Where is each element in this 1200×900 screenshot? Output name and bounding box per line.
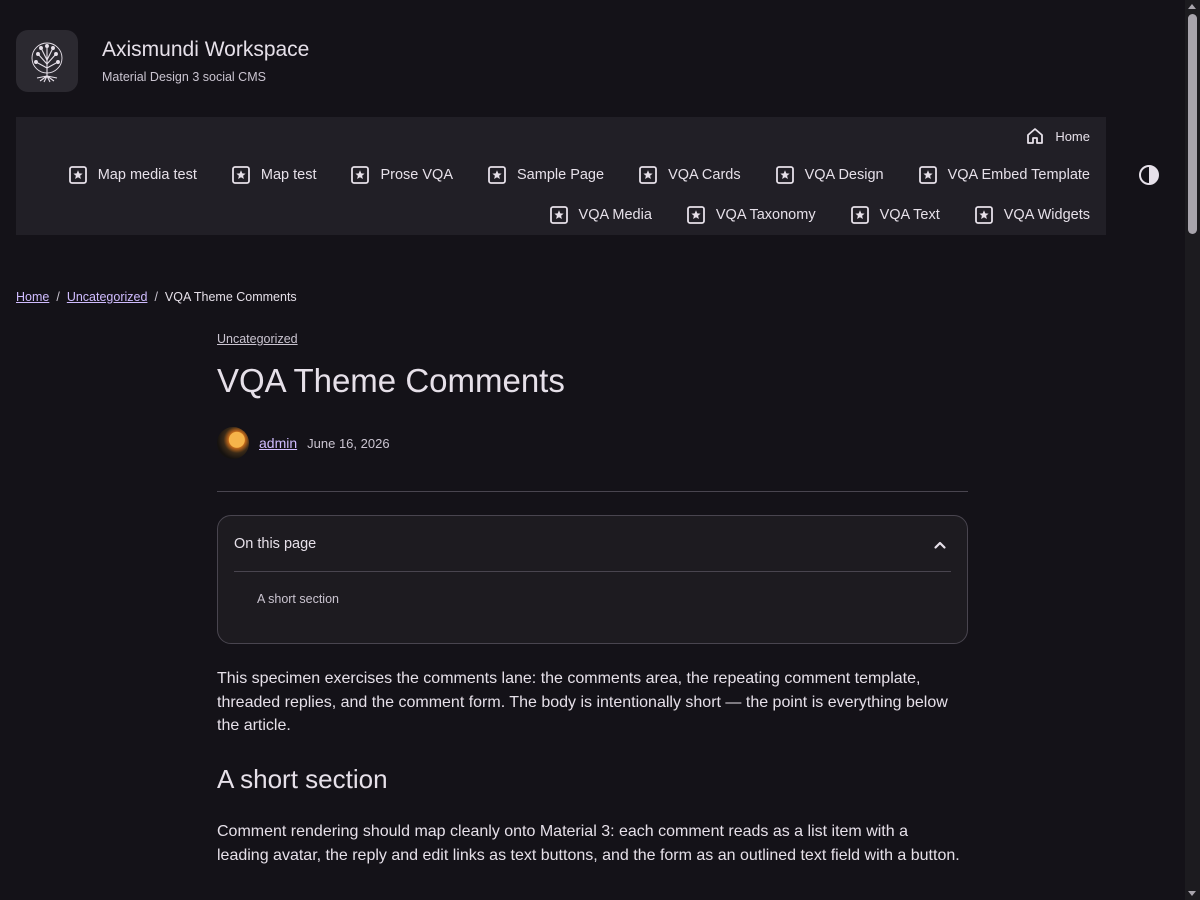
chevron-up-icon[interactable]: [931, 536, 949, 554]
nav-item-label: VQA Cards: [668, 167, 741, 183]
divider: [217, 491, 968, 492]
post-category-link[interactable]: Uncategorized: [217, 332, 298, 346]
nav-item-vqa-media[interactable]: VQA Media: [549, 205, 652, 225]
nav-item-label: VQA Media: [578, 207, 652, 223]
nav-item-label: Sample Page: [517, 167, 605, 183]
star-box-icon: [350, 165, 370, 185]
post-meta: admin June 16, 2026: [217, 427, 390, 459]
star-box-icon: [68, 165, 88, 185]
home-icon: [1025, 126, 1045, 146]
article-intro-paragraph: This specimen exercises the comments lan…: [217, 670, 948, 734]
page-title: VQA Theme Comments: [217, 362, 565, 399]
nav-item-label: VQA Text: [879, 207, 940, 223]
nav-item-vqa-widgets[interactable]: VQA Widgets: [974, 205, 1090, 225]
star-box-icon: [487, 165, 507, 185]
theme-toggle-button[interactable]: [1138, 164, 1160, 186]
author-link[interactable]: admin: [259, 435, 297, 451]
nav-item-label: Map test: [260, 167, 317, 183]
section-paragraph: Comment rendering should map cleanly ont…: [217, 823, 960, 864]
nav-row: Map media test Map test Prose VQA Sample…: [68, 163, 1090, 187]
nav-item-map-test[interactable]: Map test: [231, 165, 317, 185]
scroll-down-arrow-icon[interactable]: [1188, 891, 1196, 896]
scrollbar-thumb[interactable]: [1188, 14, 1197, 234]
nav-item-prose-vqa[interactable]: Prose VQA: [350, 165, 453, 185]
nav-item-label: Prose VQA: [380, 167, 453, 183]
contrast-icon: [1139, 165, 1159, 185]
tree-logo-icon: [31, 42, 63, 83]
star-box-icon: [686, 205, 706, 225]
nav-row: VQA Media VQA Taxonomy VQA Text VQA Widg…: [549, 203, 1090, 227]
page-scrollbar[interactable]: [1185, 0, 1200, 900]
star-box-icon: [850, 205, 870, 225]
nav-item-label: VQA Embed Template: [947, 167, 1090, 183]
primary-navigation: Home Map media test Map test Prose VQA S…: [16, 117, 1106, 235]
breadcrumb-separator: /: [154, 290, 158, 304]
nav-item-label: Map media test: [97, 167, 197, 183]
nav-item-vqa-taxonomy[interactable]: VQA Taxonomy: [686, 205, 816, 225]
nav-item-vqa-text[interactable]: VQA Text: [850, 205, 940, 225]
nav-item-vqa-cards[interactable]: VQA Cards: [638, 165, 741, 185]
divider: [234, 571, 951, 572]
nav-item-label: VQA Widgets: [1003, 207, 1090, 223]
star-box-icon: [231, 165, 251, 185]
star-box-icon: [775, 165, 795, 185]
nav-item-home[interactable]: Home: [1025, 126, 1090, 146]
table-of-contents: On this page A short section: [217, 515, 968, 644]
toc-link[interactable]: A short section: [257, 592, 339, 606]
star-box-icon: [918, 165, 938, 185]
site-tagline: Material Design 3 social CMS: [102, 70, 266, 84]
nav-item-label: VQA Design: [804, 167, 884, 183]
nav-item-sample-page[interactable]: Sample Page: [487, 165, 604, 185]
breadcrumb-current: VQA Theme Comments: [164, 290, 297, 304]
post-date: June 16, 2026: [307, 435, 390, 451]
avatar[interactable]: [217, 427, 249, 459]
star-box-icon: [549, 205, 569, 225]
site-title[interactable]: Axismundi Workspace: [102, 38, 309, 62]
site-logo[interactable]: [16, 30, 78, 92]
nav-item-map-media-test[interactable]: Map media test: [68, 165, 197, 185]
toc-title[interactable]: On this page: [234, 536, 316, 552]
nav-item-label: Home: [1055, 128, 1090, 144]
breadcrumb-home-link[interactable]: Home: [16, 290, 49, 304]
breadcrumb-category-link[interactable]: Uncategorized: [67, 290, 148, 304]
breadcrumb: Home / Uncategorized / VQA Theme Comment…: [16, 290, 297, 304]
scroll-up-arrow-icon[interactable]: [1188, 4, 1196, 9]
nav-row: Home: [1025, 125, 1090, 147]
nav-item-label: VQA Taxonomy: [715, 207, 816, 223]
section-heading: A short section: [217, 764, 388, 794]
nav-item-vqa-embed-template[interactable]: VQA Embed Template: [918, 165, 1090, 185]
star-box-icon: [638, 165, 658, 185]
star-box-icon: [974, 205, 994, 225]
breadcrumb-separator: /: [56, 290, 60, 304]
nav-item-vqa-design[interactable]: VQA Design: [775, 165, 884, 185]
